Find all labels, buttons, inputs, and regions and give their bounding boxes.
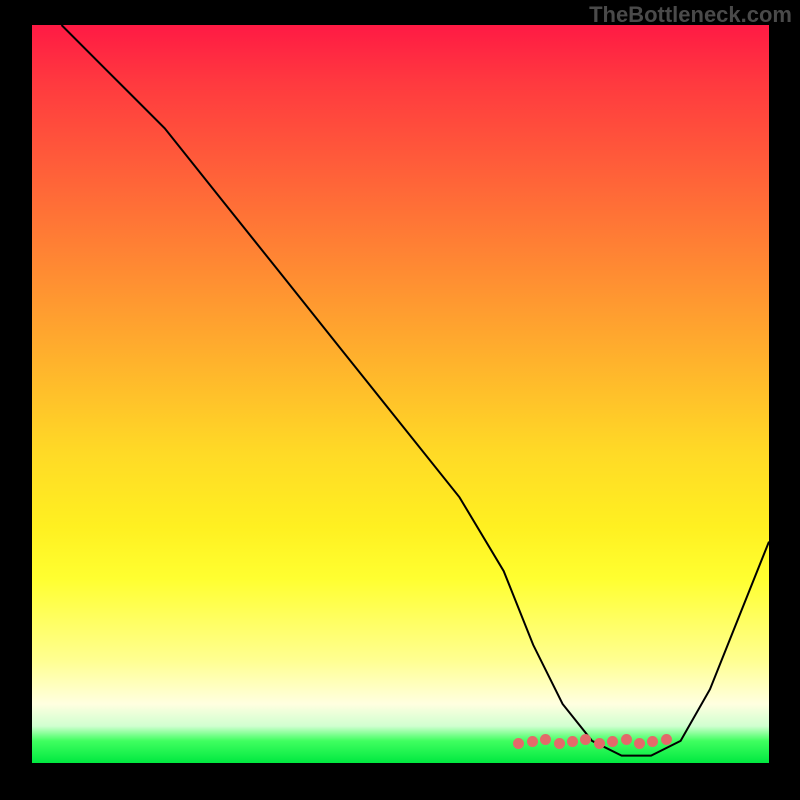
highlight-dot — [513, 738, 524, 749]
highlight-dot — [527, 736, 538, 747]
bottleneck-curve — [32, 25, 769, 763]
optimal-range-dots — [32, 721, 769, 751]
highlight-dot — [607, 736, 618, 747]
chart-plot-area — [32, 25, 769, 763]
highlight-dot — [594, 738, 605, 749]
highlight-dot — [647, 736, 658, 747]
highlight-dot — [567, 736, 578, 747]
highlight-dot — [634, 738, 645, 749]
highlight-dot — [661, 734, 672, 745]
highlight-dot — [554, 738, 565, 749]
highlight-dot — [540, 734, 551, 745]
watermark-text: TheBottleneck.com — [589, 2, 792, 28]
highlight-dot — [621, 734, 632, 745]
highlight-dot — [580, 734, 591, 745]
